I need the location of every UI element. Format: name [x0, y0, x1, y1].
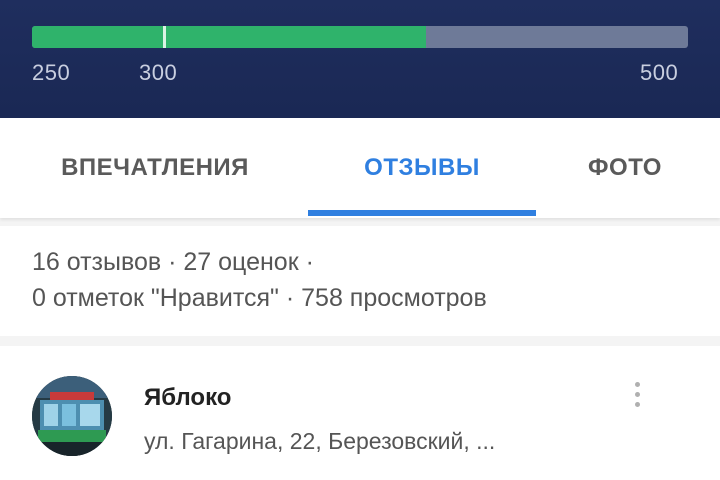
scale-label-marker: 300: [139, 60, 178, 85]
place-name[interactable]: Яблоко: [144, 384, 231, 412]
tab-impressions[interactable]: ВПЕЧАТЛЕНИЯ: [30, 118, 280, 218]
progress-fill: [32, 26, 426, 48]
tab-photos[interactable]: ФОТО: [560, 118, 690, 218]
level-progress-panel: 250 300 500: [0, 0, 720, 118]
scale-label-min: 250: [32, 60, 71, 85]
stats-line-views: 0 отметок "Нравится" · 758 просмотров: [32, 284, 487, 312]
store-photo-icon[interactable]: [32, 376, 112, 456]
tab-reviews[interactable]: ОТЗЫВЫ: [308, 118, 536, 218]
active-tab-indicator: [308, 210, 536, 216]
review-stats: 16 отзывов · 27 оценок · 0 отметок "Нрав…: [0, 226, 720, 336]
scale-label-max: 500: [640, 60, 679, 85]
stats-line-counts: 16 отзывов · 27 оценок ·: [32, 248, 314, 276]
level-progress-bar: [32, 26, 688, 48]
review-card[interactable]: Яблоко ул. Гагарина, 22, Березовский, ..…: [0, 346, 720, 480]
tabs-bar: ВПЕЧАТЛЕНИЯ ОТЗЫВЫ ФОТО: [0, 118, 720, 218]
progress-marker: [163, 26, 166, 48]
more-vert-icon[interactable]: [622, 376, 652, 412]
place-address: ул. Гагарина, 22, Березовский, ...: [144, 428, 496, 454]
